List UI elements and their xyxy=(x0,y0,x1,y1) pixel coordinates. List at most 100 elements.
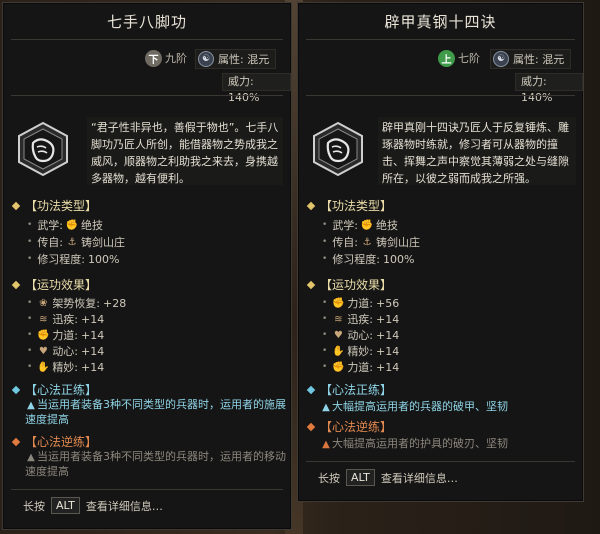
row-label: 武学: xyxy=(332,219,359,232)
effect-row: • ≋ 迅疾: +14 xyxy=(322,311,399,327)
skill-tooltip-card-2: 辟甲真钢十四诀 上 七阶 ☯ 属性: 混元 威力: 140% 辟甲真刚十四诀乃匠… xyxy=(297,2,584,502)
row-value: 绝技 xyxy=(376,219,399,232)
attribute-box: ☯ 属性: 混元 xyxy=(490,49,572,69)
alt-key[interactable]: ALT xyxy=(346,469,375,486)
row-value: +14 xyxy=(376,328,400,342)
section-title: 【运功效果】 xyxy=(25,278,98,292)
row-value: +14 xyxy=(376,312,400,326)
effect-text: 当运用者装备3种不同类型的兵器时，运用者的移动速度提高 xyxy=(25,450,286,478)
type-row-origin: • 传自: ⚓ 铸剑山庄 xyxy=(27,234,125,250)
bullet-icon: • xyxy=(322,220,328,230)
grade-low-icon: 下 xyxy=(145,49,162,67)
hint-prefix: 长按 xyxy=(318,471,340,485)
row-label: 修习程度: xyxy=(37,253,86,266)
hint-suffix: 查看详细信息… xyxy=(85,499,163,513)
diamond-icon xyxy=(306,280,316,289)
power-label: 威力: 140% xyxy=(515,73,583,104)
row-label: 武学: xyxy=(37,219,64,232)
effect-row: • ♥ 动心: +14 xyxy=(27,343,104,359)
diamond-icon xyxy=(11,201,21,210)
effect-text: 当运用者装备3种不同类型的兵器时，运用者的施展速度提高 xyxy=(25,398,286,426)
bullet-icon: • xyxy=(322,314,328,324)
effect-row: • ✋ 精妙: +14 xyxy=(322,343,399,359)
row-label: 修习程度: xyxy=(332,253,381,266)
row-value: 100% xyxy=(383,252,415,266)
bullet-icon: • xyxy=(27,237,33,247)
bullet-icon: • xyxy=(27,314,33,324)
row-label: 精妙: xyxy=(52,361,79,374)
row-label: 迅疾: xyxy=(347,313,374,326)
divider xyxy=(11,489,283,490)
row-label: 力道: xyxy=(347,361,374,374)
effect-row: • ✊ 力道: +56 xyxy=(322,295,399,311)
section-title: 【心法正练】 xyxy=(25,383,98,397)
strength-icon: ✊ xyxy=(332,297,345,309)
fist-emblem-icon xyxy=(18,121,68,177)
bullet-icon: • xyxy=(27,346,33,356)
red-fist-icon: ✊ xyxy=(65,219,79,231)
row-label: 精妙: xyxy=(347,345,374,358)
diamond-icon xyxy=(306,201,316,210)
section-title: 【运功效果】 xyxy=(320,278,393,292)
finesse-icon: ✋ xyxy=(332,345,345,357)
row-value: +14 xyxy=(81,312,105,326)
skill-description: “君子性非异也，善假于物也”。七手八脚功乃匠人所创，能借器物之势成我之威风，顺器… xyxy=(87,117,283,185)
divider xyxy=(306,95,575,96)
effect-row: • ♥ 动心: +14 xyxy=(322,327,399,343)
strength-icon: ✊ xyxy=(332,361,345,373)
grade-label: 九阶 xyxy=(165,52,187,65)
effect-text: 大幅提高运用者的护具的破刃、坚韧 xyxy=(332,437,508,450)
power-label: 威力: 140% xyxy=(222,73,291,104)
grade-high-icon: 上 xyxy=(438,49,455,67)
section-title: 【心法正练】 xyxy=(320,383,393,397)
section-header-zheng: 【心法正练】 xyxy=(306,381,393,398)
diamond-icon xyxy=(11,280,21,289)
red-fist-icon: ✊ xyxy=(360,219,374,231)
bullet-icon: • xyxy=(27,298,33,308)
row-value: 100% xyxy=(88,252,120,266)
divider xyxy=(11,95,283,96)
row-value: +56 xyxy=(376,296,400,310)
finesse-icon: ✋ xyxy=(37,361,50,373)
hint-prefix: 长按 xyxy=(23,499,45,513)
detail-hint: 长按 ALT 查看详细信息… xyxy=(23,497,163,514)
bullet-icon: • xyxy=(27,220,33,230)
attribute-label: 属性: 混元 xyxy=(218,53,270,66)
row-label: 迅疾: xyxy=(52,313,79,326)
effect-row: • ≋ 迅疾: +14 xyxy=(27,311,104,327)
yin-yang-icon: ☯ xyxy=(493,51,509,67)
diamond-icon xyxy=(11,437,21,446)
diamond-icon xyxy=(11,385,21,394)
bullet-icon: • xyxy=(322,330,328,340)
zheng-effect-text: ▲ 大幅提高运用者的兵器的破甲、坚韧 xyxy=(320,399,578,414)
book-icon: ▲ xyxy=(322,439,330,450)
effect-text: 大幅提高运用者的兵器的破甲、坚韧 xyxy=(332,400,508,413)
bullet-icon: • xyxy=(322,346,328,356)
heart-icon: ♥ xyxy=(333,329,343,341)
skill-title: 辟甲真钢十四诀 xyxy=(384,13,497,31)
yin-yang-icon: ☯ xyxy=(198,51,214,67)
speed-icon: ≋ xyxy=(334,313,343,325)
row-label: 力道: xyxy=(52,329,79,342)
section-header-effect: 【运功效果】 xyxy=(306,276,393,293)
section-title: 【功法类型】 xyxy=(25,199,98,213)
divider xyxy=(306,461,575,462)
row-label: 传自: xyxy=(332,236,359,249)
row-value: +28 xyxy=(103,296,127,310)
bullet-icon: • xyxy=(322,362,328,372)
book-icon: ▲ xyxy=(27,400,35,411)
effect-row: • ✊ 力道: +14 xyxy=(27,327,104,343)
section-header-type: 【功法类型】 xyxy=(306,197,392,214)
row-value: 铸剑山庄 xyxy=(81,236,126,249)
type-row-martial: • 武学: ✊ 绝技 xyxy=(27,217,103,233)
alt-key[interactable]: ALT xyxy=(51,497,80,514)
divider xyxy=(11,39,283,40)
speed-icon: ≋ xyxy=(39,313,48,325)
grade-indicator: 上 七阶 xyxy=(438,49,480,67)
bullet-icon: • xyxy=(322,237,328,247)
row-value: +14 xyxy=(376,360,400,374)
book-icon: ▲ xyxy=(322,402,330,413)
grade-indicator: 下 九阶 xyxy=(145,49,187,67)
effect-row: • ❀ 架势恢复: +28 xyxy=(27,295,126,311)
type-row-martial: • 武学: ✊ 绝技 xyxy=(322,217,398,233)
